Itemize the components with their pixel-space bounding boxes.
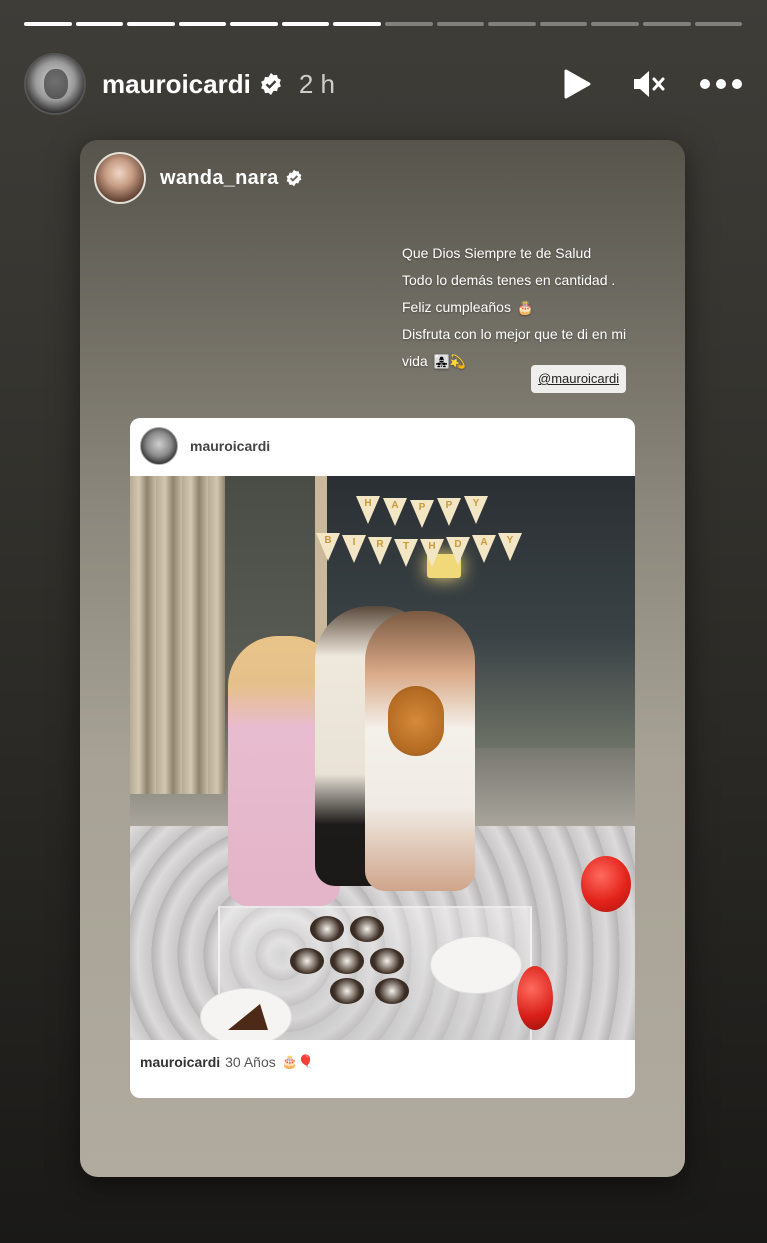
balloon: [517, 966, 553, 1030]
banner-flag: A: [383, 498, 407, 526]
post-caption: mauroicardi 30 Años 🎂🎈: [140, 1054, 314, 1070]
curtain: [130, 476, 225, 794]
progress-segment: [591, 22, 639, 26]
verified-badge-icon: [285, 169, 303, 187]
post-username[interactable]: mauroicardi: [190, 438, 270, 454]
mute-icon: [634, 71, 665, 97]
banner-flag: I: [342, 535, 366, 563]
progress-segment: [488, 22, 536, 26]
post-caption-username[interactable]: mauroicardi: [140, 1054, 220, 1070]
banner-flag: Y: [498, 533, 522, 561]
play-icon: [564, 69, 591, 99]
shared-post[interactable]: mauroicardi HAPPYBIRTHDAY mauroicardi 30…: [130, 418, 635, 1098]
progress-segment: [333, 22, 382, 26]
avatar[interactable]: [94, 152, 146, 204]
caption-line: Disfruta con lo mejor que te di en mi: [402, 326, 627, 342]
banner-flag: Y: [464, 496, 488, 524]
progress-segment: [385, 22, 433, 26]
story-header: mauroicardi 2 h: [24, 52, 743, 116]
caption-line: Feliz cumpleaños: [402, 299, 511, 315]
post-caption-text: 30 Años: [225, 1054, 276, 1070]
progress-segment: [436, 22, 485, 26]
coffee-table: [200, 906, 532, 1040]
progress-segment: [539, 22, 588, 26]
more-options-button[interactable]: [699, 62, 743, 106]
banner-flag: T: [394, 539, 418, 567]
banner-flag: R: [368, 537, 392, 565]
post-photo[interactable]: HAPPYBIRTHDAY: [130, 476, 635, 1040]
story-timestamp: 2 h: [298, 68, 335, 99]
shared-story-card[interactable]: wanda_nara Que Dios Siempre te de Salud …: [80, 140, 685, 1177]
shared-story-username[interactable]: wanda_nara: [160, 167, 279, 190]
story-username[interactable]: mauroicardi: [102, 69, 251, 100]
banner-flag: B: [316, 533, 340, 561]
banner-flag: P: [437, 498, 461, 526]
more-icon: [700, 79, 742, 89]
cake-icon: 🎂: [516, 300, 534, 315]
progress-segment: [127, 22, 175, 26]
progress-segment: [642, 22, 691, 26]
shared-story-header: wanda_nara: [94, 152, 303, 204]
caption-line: vida: [402, 353, 428, 369]
family-icon: 👩‍👧‍👧💫: [433, 354, 467, 369]
banner-flag: D: [446, 537, 470, 565]
birthday-banner: HAPPYBIRTHDAY: [312, 488, 532, 593]
avatar[interactable]: [24, 53, 86, 115]
banner-flag: H: [356, 496, 380, 524]
caption-line: Todo lo demás tenes en cantidad .: [402, 272, 616, 288]
balloon: [581, 856, 631, 912]
mention-sticker[interactable]: @mauroicardi: [531, 365, 627, 393]
caption-line: Que Dios Siempre te de Salud: [402, 245, 592, 261]
banner-flag: P: [410, 500, 434, 528]
avatar[interactable]: [140, 427, 178, 465]
post-header: mauroicardi: [130, 418, 635, 474]
verified-badge-icon: [259, 72, 283, 96]
progress-segment: [75, 22, 124, 26]
banner-flag: H: [420, 539, 444, 567]
mute-button[interactable]: [627, 62, 671, 106]
progress-segment: [281, 22, 330, 26]
cake-icon: 🎂🎈: [281, 1054, 315, 1069]
story-caption: Que Dios Siempre te de Salud Todo lo dem…: [402, 240, 672, 375]
banner-flag: A: [472, 535, 496, 563]
progress-segment: [24, 22, 72, 26]
progress-segment: [230, 22, 278, 26]
progress-segment: [178, 22, 227, 26]
story-progress-bar: [24, 22, 743, 28]
dog: [388, 686, 444, 756]
story-view: mauroicardi 2 h wanda_nara Que Dios Siem…: [0, 0, 767, 1243]
play-button[interactable]: [555, 62, 599, 106]
progress-segment: [694, 22, 743, 26]
